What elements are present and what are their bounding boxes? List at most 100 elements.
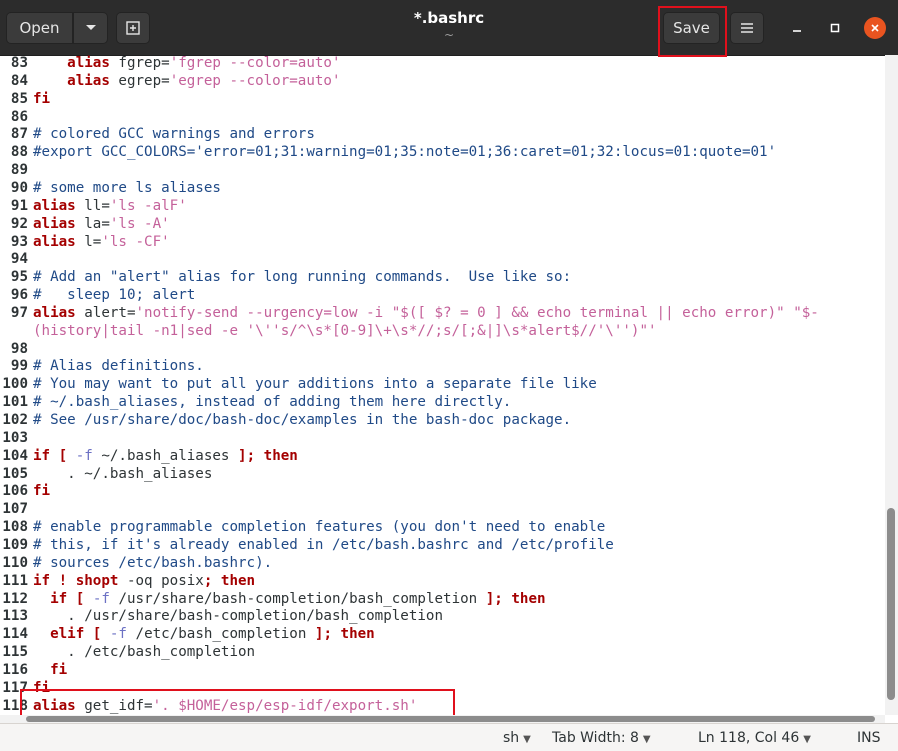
code-token: alias — [33, 697, 76, 714]
code-token: ]; then — [314, 626, 375, 643]
line-number: 110 — [2, 554, 28, 571]
minimize-button[interactable] — [786, 17, 808, 39]
code-token: . ~/.bash_aliases — [33, 465, 213, 482]
save-button[interactable]: Save — [663, 12, 720, 44]
code-text: alias l='ls -CF' — [33, 233, 170, 251]
window-subtitle: ~ — [443, 28, 455, 42]
line-number: 114 — [2, 626, 28, 643]
line-number: 84 — [10, 72, 28, 89]
code-token: # some more ls aliases — [33, 179, 221, 196]
horizontal-scrollbar-thumb[interactable] — [26, 716, 875, 722]
line-number: 87 — [10, 126, 28, 143]
cursor-position-selector[interactable]: Ln 118, Col 46 ▼ — [698, 730, 811, 746]
code-text: # some more ls aliases — [33, 179, 221, 197]
code-token: ll= — [75, 197, 110, 214]
code-token: fgrep= — [109, 55, 170, 71]
code-text: # enable programmable completion feature… — [33, 518, 605, 536]
code-token: -oq posix — [118, 572, 204, 589]
line-number: 102 — [2, 412, 28, 428]
code-token: fi — [33, 483, 51, 500]
line-number: 107 — [2, 501, 28, 518]
code-token: # Alias definitions. — [33, 358, 204, 375]
chevron-down-icon — [85, 25, 96, 30]
code-token: '. $HOME/esp/esp-idf/export.sh' — [152, 697, 418, 714]
chevron-down-icon: ▼ — [803, 734, 811, 745]
language-selector[interactable]: sh ▼ — [503, 730, 531, 746]
code-token: 'ls -CF' — [101, 233, 170, 250]
code-text: # Add an "alert" alias for long running … — [33, 268, 571, 286]
code-token: # sleep 10; alert — [33, 287, 196, 304]
code-token: ]; then — [238, 447, 298, 464]
code-token: #export GCC_COLORS='error=01;31:warning=… — [33, 144, 777, 161]
new-tab-button[interactable] — [116, 12, 150, 44]
maximize-icon — [830, 23, 840, 33]
hamburger-menu-icon — [741, 23, 753, 33]
code-token: /usr/share/bash-completion/bash_completi… — [109, 590, 486, 607]
code-text: alias egrep='egrep --color=auto' — [33, 72, 341, 90]
line-number: 117 — [2, 679, 28, 696]
code-token: alert= — [75, 304, 136, 321]
open-button[interactable]: Open — [6, 12, 73, 44]
line-number: 118 — [2, 697, 28, 714]
code-text: # See /usr/share/doc/bash-doc/examples i… — [33, 411, 571, 429]
code-token: (history|tail -n1|sed -e '\''s/^\s*[0-9]… — [33, 322, 657, 339]
code-text: fi — [33, 482, 50, 500]
code-token: la= — [75, 215, 110, 232]
menu-button[interactable] — [730, 12, 764, 44]
maximize-button[interactable] — [824, 17, 846, 39]
line-number: 111 — [2, 572, 28, 589]
code-text: # You may want to put all your additions… — [33, 375, 597, 393]
code-token: ; then — [203, 572, 256, 589]
code-token: elif [ — [50, 626, 102, 643]
code-text: # sleep 10; alert — [33, 286, 195, 304]
vertical-scrollbar-thumb[interactable] — [887, 508, 895, 700]
save-button-label: Save — [673, 19, 710, 37]
line-number: 97 — [10, 304, 28, 321]
code-token: fi — [50, 661, 68, 678]
code-token: 'notify-send --urgency=low -i "$([ $? = … — [135, 304, 819, 321]
code-text: #export GCC_COLORS='error=01;31:warning=… — [33, 143, 776, 161]
code-text: # Alias definitions. — [33, 357, 204, 375]
code-token: # Add an "alert" alias for long running … — [33, 269, 572, 286]
language-label: sh — [503, 730, 520, 746]
code-text: alias alert='notify-send --urgency=low -… — [33, 304, 819, 322]
status-bar: sh ▼ Tab Width: 8 ▼ Ln 118, Col 46 ▼ INS — [0, 723, 898, 751]
code-text: # sources /etc/bash.bashrc). — [33, 554, 272, 572]
code-token: if [ — [33, 447, 68, 464]
new-document-icon — [126, 21, 140, 35]
code-text: fi — [33, 679, 50, 697]
code-text: elif [ -f /etc/bash_completion ]; then — [33, 625, 375, 643]
window-title: *.bashrc — [413, 9, 485, 27]
code-token: 'egrep --color=auto' — [169, 72, 341, 89]
line-number: 98 — [10, 340, 28, 357]
code-text: alias la='ls -A' — [33, 215, 170, 233]
code-token: # enable programmable completion feature… — [33, 519, 606, 536]
code-text: if [ -f /usr/share/bash-completion/bash_… — [33, 590, 546, 608]
code-text: alias fgrep='fgrep --color=auto' — [33, 55, 341, 72]
line-number: 103 — [2, 429, 28, 446]
code-token: # this, if it's already enabled in /etc/… — [33, 536, 614, 553]
line-number: 100 — [2, 376, 28, 393]
code-token: ]; then — [485, 590, 546, 607]
code-token: get_idf= — [75, 697, 153, 714]
code-token: # ~/.bash_aliases, instead of adding the… — [33, 394, 512, 411]
line-number: 108 — [2, 519, 28, 536]
line-number: 105 — [2, 465, 28, 482]
tab-width-selector[interactable]: Tab Width: 8 ▼ — [552, 730, 651, 746]
text-editor[interactable]: 83 alias fgrep='fgrep --color=auto' 84 al… — [0, 55, 885, 715]
code-token: 'fgrep --color=auto' — [169, 55, 341, 71]
code-text: if ! shopt -oq posix; then — [33, 572, 255, 590]
code-text: (history|tail -n1|sed -e '\''s/^\s*[0-9]… — [33, 322, 657, 340]
chevron-down-icon: ▼ — [642, 734, 651, 745]
line-number: 104 — [2, 447, 28, 464]
close-button[interactable] — [864, 17, 886, 39]
line-number: 85 — [10, 90, 28, 107]
open-button-label: Open — [19, 19, 60, 37]
code-text: if [ -f ~/.bash_aliases ]; then — [33, 447, 298, 465]
tab-width-label: Tab Width: 8 — [552, 730, 639, 746]
code-token: egrep= — [109, 72, 170, 89]
code-token: /etc/bash_completion — [126, 626, 315, 643]
line-number: 94 — [10, 251, 28, 268]
open-dropdown-button[interactable] — [73, 12, 108, 44]
